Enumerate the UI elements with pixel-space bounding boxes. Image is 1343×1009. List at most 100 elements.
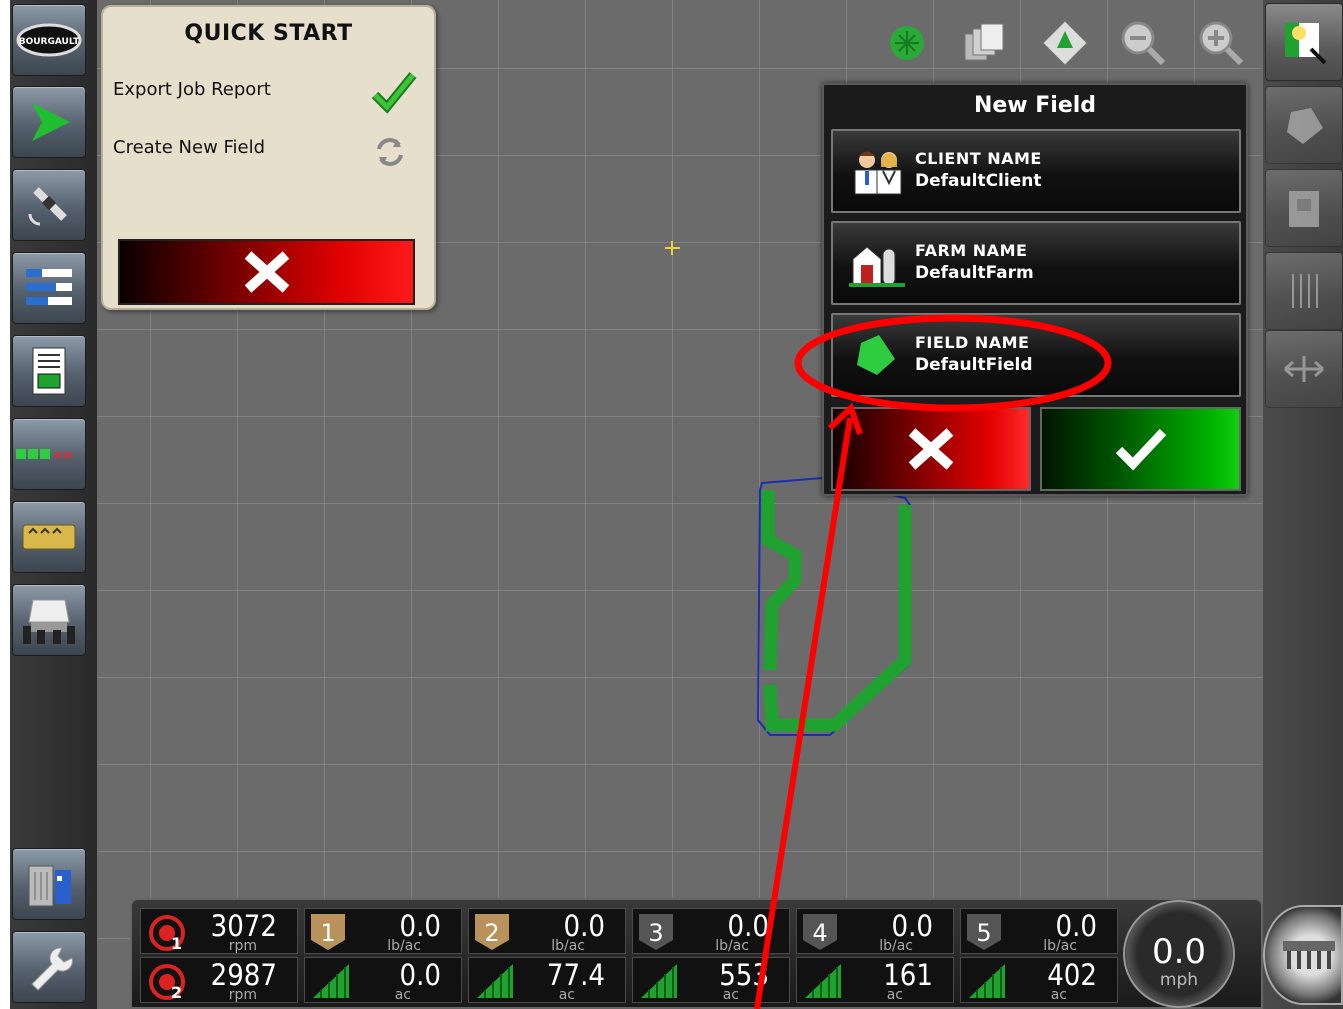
engine-2-rpm[interactable]: 2 2987 rpm <box>140 957 298 1003</box>
svg-text:××: ×× <box>53 448 73 462</box>
bourgault-logo[interactable]: BOURGAULT <box>12 4 86 76</box>
guidance-lines-button[interactable] <box>1265 252 1343 330</box>
map-view-icon[interactable] <box>1040 18 1090 68</box>
area-icon <box>969 964 1005 998</box>
zoom-out-icon[interactable] <box>1118 18 1168 68</box>
zoom-in-icon[interactable] <box>1196 18 1246 68</box>
svg-text:5: 5 <box>976 919 991 947</box>
section-4-badge: 4 <box>803 914 837 950</box>
section-2-area[interactable]: 77.4 ac <box>468 957 626 1003</box>
client-name-value: DefaultClient <box>915 171 1042 191</box>
section-5-area[interactable]: 402 ac <box>960 957 1118 1003</box>
map-edit-button[interactable] <box>1265 3 1343 81</box>
quick-start-title: QUICK START <box>184 21 353 46</box>
close-icon <box>244 251 289 293</box>
section-2-area-value: 77.4 <box>546 958 605 992</box>
area-icon <box>477 964 513 998</box>
bars-button[interactable] <box>12 252 86 324</box>
shift-arrows-icon <box>1284 356 1324 382</box>
guidance-lines-icon <box>1292 274 1318 308</box>
svg-text:1: 1 <box>320 919 335 947</box>
svg-text:2: 2 <box>171 983 182 1002</box>
gps-status-icon[interactable] <box>882 18 932 68</box>
quick-start-close-button[interactable] <box>118 239 415 305</box>
new-field-title: New Field <box>973 93 1097 118</box>
section-5-area-unit: ac <box>1050 987 1067 1003</box>
engine-2-rpm-unit: rpm <box>228 987 257 1003</box>
refresh-icon <box>377 138 403 166</box>
implement-view-button[interactable] <box>1263 905 1343 1005</box>
client-name-row[interactable]: CLIENT NAME DefaultClient <box>831 129 1241 213</box>
logo-text: BOURGAULT <box>19 37 80 47</box>
boundary-button[interactable] <box>1265 86 1343 164</box>
boundary-icon <box>1287 108 1323 144</box>
engine-1-rpm[interactable]: 1 3072 rpm <box>140 908 298 954</box>
section-1-rate-unit: lb/ac <box>387 938 421 954</box>
speed-unit: mph <box>1159 970 1199 990</box>
section-1-rate[interactable]: 1 0.0 lb/ac <box>304 908 462 954</box>
farm-name-value: DefaultFarm <box>915 263 1034 283</box>
implement-icon <box>23 599 75 644</box>
section-2-area-unit: ac <box>558 987 575 1003</box>
section-4-area[interactable]: 161 ac <box>796 957 954 1003</box>
tank-button[interactable] <box>12 501 86 573</box>
satellite-icon <box>28 187 67 226</box>
section-3-rate-unit: lb/ac <box>715 938 749 954</box>
status-bar: 1 3072 rpm 2 2987 rpm 1 0.0 lb/ac 0.0 ac… <box>130 898 1263 1009</box>
right-toolbar <box>1263 0 1343 1009</box>
close-icon <box>908 428 954 470</box>
speed-value: 0.0 <box>1151 932 1207 972</box>
section-4-area-unit: ac <box>886 987 903 1003</box>
import-button[interactable] <box>1265 169 1343 247</box>
section-3-badge: 3 <box>639 914 673 950</box>
svg-text:2: 2 <box>484 919 499 947</box>
field-name-row[interactable]: FIELD NAME DefaultField <box>831 313 1241 397</box>
section-5-rate[interactable]: 5 0.0 lb/ac <box>960 908 1118 954</box>
section-4-rate-unit: lb/ac <box>879 938 913 954</box>
report-button[interactable] <box>12 335 86 407</box>
create-new-field-item[interactable]: Create New Field <box>113 137 265 158</box>
section-2-badge: 2 <box>475 914 509 950</box>
export-job-report-item[interactable]: Export Job Report <box>113 79 271 100</box>
section-5-badge: 5 <box>967 914 1001 950</box>
section-5-rate-unit: lb/ac <box>1043 938 1077 954</box>
tank-icon <box>22 524 76 550</box>
shift-button[interactable] <box>1265 330 1343 408</box>
svg-text:3: 3 <box>648 919 663 947</box>
new-field-cancel-button[interactable] <box>831 407 1031 491</box>
engine-2-icon: 2 <box>149 964 185 1002</box>
section-3-area-unit: ac <box>722 987 739 1003</box>
quick-start-panel: QUICK START Export Job Report Create New… <box>101 5 436 310</box>
layers-icon[interactable] <box>960 18 1010 68</box>
wrench-icon <box>31 947 73 991</box>
section-4-rate[interactable]: 4 0.0 lb/ac <box>796 908 954 954</box>
trash-button[interactable] <box>12 848 86 920</box>
area-icon <box>805 964 841 998</box>
engine-1-rpm-unit: rpm <box>228 938 257 954</box>
section-1-area-unit: ac <box>394 987 411 1003</box>
left-toolbar: BOURGAULT ×× <box>10 0 97 1009</box>
field-map-edit-icon <box>1285 23 1327 65</box>
satellite-button[interactable] <box>12 169 86 241</box>
implement-button[interactable] <box>12 584 86 656</box>
settings-button[interactable] <box>12 931 86 1003</box>
section-3-rate[interactable]: 3 0.0 lb/ac <box>632 908 790 954</box>
section-1-area[interactable]: 0.0 ac <box>304 957 462 1003</box>
section-1-badge: 1 <box>311 914 345 950</box>
farm-icon <box>849 246 905 287</box>
client-icon <box>854 151 902 195</box>
field-name-value: DefaultField <box>915 355 1033 375</box>
guidance-play-icon <box>32 103 70 141</box>
farm-name-label: FARM NAME <box>915 241 1028 260</box>
section-2-rate[interactable]: 2 0.0 lb/ac <box>468 908 626 954</box>
field-icon <box>857 335 895 375</box>
section-3-area[interactable]: 553 ac <box>632 957 790 1003</box>
new-field-dialog: New Field CLIENT NAME DefaultClient FARM… <box>822 83 1248 496</box>
sections-button[interactable]: ×× <box>12 418 86 490</box>
farm-name-row[interactable]: FARM NAME DefaultFarm <box>831 221 1241 305</box>
guidance-play-button[interactable] <box>12 86 86 158</box>
field-name-label: FIELD NAME <box>915 333 1030 352</box>
engine-1-icon: 1 <box>149 915 185 953</box>
section-2-rate-unit: lb/ac <box>551 938 585 954</box>
new-field-confirm-button[interactable] <box>1040 407 1241 491</box>
